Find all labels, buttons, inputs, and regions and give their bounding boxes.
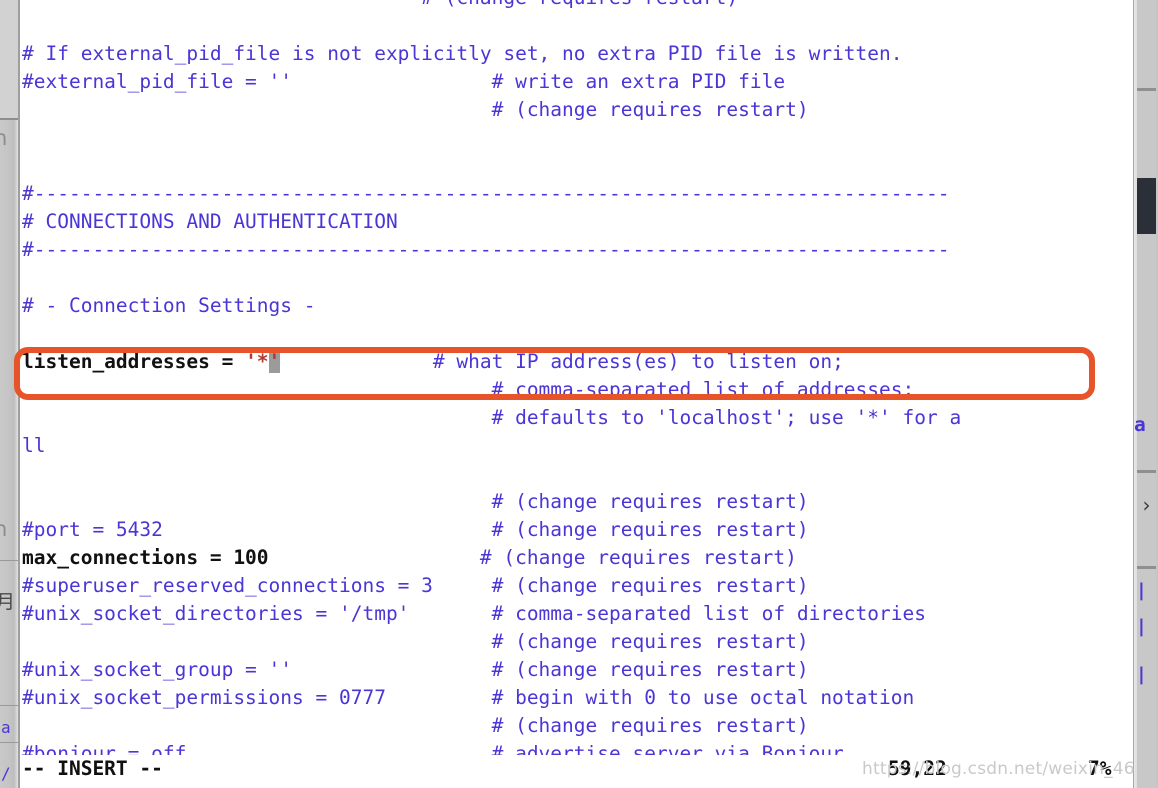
code-line[interactable]: # If external_pid_file is not explicitly… xyxy=(22,40,1133,68)
background-window-glyph-1: n xyxy=(0,128,8,149)
cursor-position-indicator: 59,22 xyxy=(888,757,947,780)
background-window-divider-2 xyxy=(0,705,18,706)
background-window-divider-1 xyxy=(0,560,18,561)
code-line[interactable] xyxy=(22,264,1133,292)
background-window-text-2: / xyxy=(1,764,11,783)
code-segment-code: listen_addresses = xyxy=(22,350,246,373)
scrollbar-notch-2 xyxy=(1137,470,1156,473)
code-line[interactable]: # (change requires restart) xyxy=(22,96,1133,124)
code-segment-cmt: # (change requires restart) xyxy=(22,98,809,121)
code-line[interactable] xyxy=(22,124,1133,152)
code-segment-str: '* xyxy=(245,350,269,373)
code-segment-cmt: #superuser_reserved_connections = 3 # (c… xyxy=(22,574,809,597)
code-segment-cmt: # comma-separated list of addresses; xyxy=(22,378,915,401)
code-segment-pad xyxy=(269,546,480,569)
gutter-mark-3: | xyxy=(1136,664,1147,685)
code-line[interactable]: # (change requires restart) xyxy=(22,488,1133,516)
code-segment-pad xyxy=(280,350,433,373)
code-lines-container: # (change requires restart) # If externa… xyxy=(22,0,1133,768)
text-editor-pane[interactable]: # (change requires restart) # If externa… xyxy=(20,0,1133,788)
code-segment-cmt: # (change requires restart) xyxy=(22,490,809,513)
code-segment-cmt: #---------------------------------------… xyxy=(22,182,950,205)
code-line[interactable] xyxy=(22,460,1133,488)
background-window-sliver[interactable]: n n 月 a / xyxy=(0,0,18,788)
code-segment-cmt: # If external_pid_file is not explicitly… xyxy=(22,42,903,65)
code-line[interactable]: #---------------------------------------… xyxy=(22,236,1133,264)
background-window-glyph-2: n xyxy=(0,519,8,540)
code-segment-cmt: # - Connection Settings - xyxy=(22,294,316,317)
code-line[interactable] xyxy=(22,12,1133,40)
code-line[interactable]: # comma-separated list of addresses; xyxy=(22,376,1133,404)
code-segment-cmt: # CONNECTIONS AND AUTHENTICATION xyxy=(22,210,398,233)
code-segment-cmt: #---------------------------------------… xyxy=(22,238,950,261)
screen: n n 月 a / # (change requires restart) # … xyxy=(0,0,1158,788)
code-segment-cmt: # (change requires restart) xyxy=(22,0,738,9)
code-segment-cmt: ll xyxy=(22,434,46,457)
code-segment-cmt: # what IP address(es) to listen on; xyxy=(432,350,844,373)
gutter-wrapped-letter: a xyxy=(1134,413,1146,436)
code-line[interactable]: # defaults to 'localhost'; use '*' for a xyxy=(22,404,1133,432)
code-segment-cmt: # (change requires restart) xyxy=(22,630,809,653)
editor-mode-indicator: -- INSERT -- xyxy=(22,757,163,780)
code-segment-cursor: ' xyxy=(268,350,281,373)
code-line[interactable]: #external_pid_file = '' # write an extra… xyxy=(22,68,1133,96)
background-window-titlebar xyxy=(0,0,18,120)
code-line[interactable]: # - Connection Settings - xyxy=(22,292,1133,320)
background-window-divider-3 xyxy=(0,742,18,743)
code-segment-cmt: # (change requires restart) xyxy=(22,714,809,737)
code-line[interactable]: #---------------------------------------… xyxy=(22,180,1133,208)
code-line[interactable] xyxy=(22,152,1133,180)
code-line-highlighted[interactable]: listen_addresses = '*' # what IP address… xyxy=(22,348,1133,376)
scrollbar-notch-3 xyxy=(1137,566,1156,569)
code-segment-cmt: #unix_socket_permissions = 0777 # begin … xyxy=(22,686,915,709)
chevron-right-icon[interactable]: › xyxy=(1137,488,1156,522)
code-line[interactable]: # (change requires restart) xyxy=(22,0,1133,12)
code-line[interactable]: #superuser_reserved_connections = 3 # (c… xyxy=(22,572,1133,600)
code-line[interactable]: #unix_socket_group = '' # (change requir… xyxy=(22,656,1133,684)
code-line[interactable]: #port = 5432 # (change requires restart) xyxy=(22,516,1133,544)
code-segment-cmt: # (change requires restart) xyxy=(479,546,797,569)
code-segment-cmt: #unix_socket_directories = '/tmp' # comm… xyxy=(22,602,926,625)
code-line[interactable]: max_connections = 100 # (change requires… xyxy=(22,544,1133,572)
code-segment-cmt: #external_pid_file = '' # write an extra… xyxy=(22,70,786,93)
code-line[interactable]: # CONNECTIONS AND AUTHENTICATION xyxy=(22,208,1133,236)
code-line[interactable] xyxy=(22,320,1133,348)
code-segment-cmt: #port = 5432 # (change requires restart) xyxy=(22,518,809,541)
code-line[interactable]: #unix_socket_directories = '/tmp' # comm… xyxy=(22,600,1133,628)
code-line[interactable]: ll xyxy=(22,432,1133,460)
scroll-percent-indicator: 7% xyxy=(1088,757,1112,780)
code-segment-cmt: #unix_socket_group = '' # (change requir… xyxy=(22,658,809,681)
code-line[interactable]: # (change requires restart) xyxy=(22,628,1133,656)
background-window-glyph-3: 月 xyxy=(0,593,16,612)
code-line[interactable]: # (change requires restart) xyxy=(22,712,1133,740)
scrollbar-notch-1 xyxy=(1137,88,1156,91)
gutter-mark-2: | xyxy=(1136,616,1147,637)
code-segment-code: max_connections = 100 xyxy=(22,546,269,569)
scrollbar-thumb[interactable] xyxy=(1137,178,1156,234)
gutter-mark-1: | xyxy=(1136,580,1147,601)
status-bar: -- INSERT -- 59,22 7% xyxy=(20,755,1133,788)
background-window-text-1: a xyxy=(1,718,11,737)
scrollbar-gutter[interactable]: › a | | | xyxy=(1133,0,1158,788)
code-line[interactable]: #unix_socket_permissions = 0777 # begin … xyxy=(22,684,1133,712)
code-segment-cmt: # defaults to 'localhost'; use '*' for a xyxy=(22,406,962,429)
